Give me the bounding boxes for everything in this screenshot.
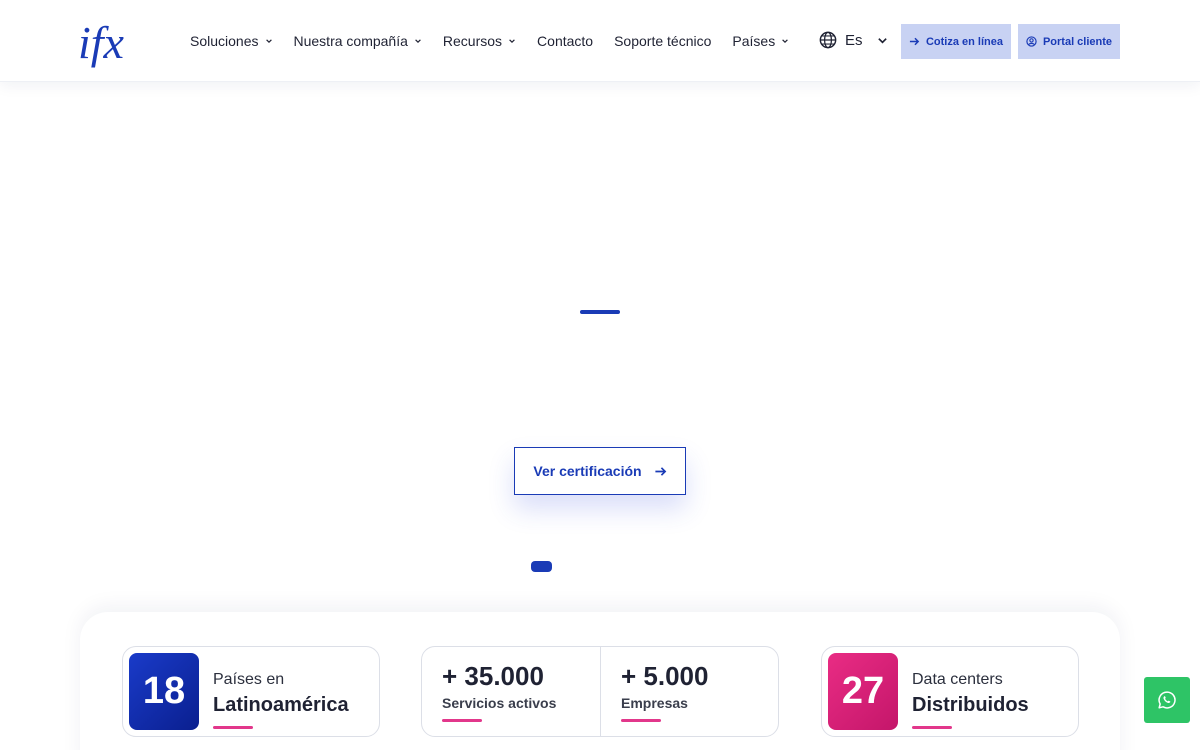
- hero-slide-indicator: [580, 310, 620, 314]
- stat-card-services-companies: + 35.000 Servicios activos + 5.000 Empre…: [421, 646, 779, 737]
- main-nav: Soluciones Nuestra compañía Recursos Con…: [190, 0, 810, 82]
- accent-underline: [442, 719, 482, 722]
- stat-card-countries: 18 Países en Latinoamérica: [122, 646, 380, 737]
- countries-number-badge: 18: [129, 653, 199, 730]
- chevron-down-icon: [509, 39, 515, 44]
- datacenters-label-top: Data centers: [912, 671, 1003, 688]
- nav-soluciones[interactable]: Soluciones: [190, 33, 273, 49]
- datacenters-number-badge: 27: [828, 653, 898, 730]
- nav-paises[interactable]: Países: [732, 33, 789, 49]
- ver-certificacion-button[interactable]: Ver certificación: [514, 447, 686, 495]
- stat-card-datacenters: 27 Data centers Distribuidos: [821, 646, 1079, 737]
- accent-underline: [213, 726, 253, 729]
- chevron-down-icon: [782, 39, 789, 44]
- user-circle-icon: [1026, 36, 1037, 47]
- chevron-down-icon: [415, 39, 421, 44]
- language-selector[interactable]: Es: [819, 31, 888, 49]
- ifx-logo[interactable]: ifx: [78, 14, 144, 72]
- nav-recursos[interactable]: Recursos: [443, 33, 516, 49]
- chevron-down-icon: [877, 37, 887, 44]
- companies-number: + 5.000: [621, 661, 709, 691]
- nav-soporte-tecnico[interactable]: Soporte técnico: [614, 33, 711, 49]
- services-label: Servicios activos: [442, 695, 557, 711]
- portal-cliente-button[interactable]: Portal cliente: [1018, 24, 1120, 59]
- datacenters-label-bottom: Distribuidos: [912, 694, 1029, 716]
- carousel-dot-active[interactable]: [531, 561, 552, 572]
- nav-contacto[interactable]: Contacto: [537, 33, 593, 49]
- svg-text:ifx: ifx: [78, 17, 125, 68]
- whatsapp-icon: [1158, 691, 1176, 709]
- countries-label-top: Países en: [213, 671, 285, 688]
- nav-nuestra-compania[interactable]: Nuestra compañía: [294, 33, 422, 49]
- site-header: ifx Soluciones Nuestra compañía Recursos…: [0, 0, 1200, 82]
- whatsapp-button[interactable]: [1144, 677, 1190, 723]
- accent-underline: [621, 719, 661, 722]
- services-number: + 35.000: [442, 661, 544, 691]
- stat-companies: + 5.000 Empresas: [601, 647, 780, 736]
- stat-services: + 35.000 Servicios activos: [422, 647, 601, 736]
- arrow-right-icon: [654, 466, 666, 476]
- companies-label: Empresas: [621, 695, 688, 711]
- accent-underline: [912, 726, 952, 729]
- arrow-right-icon: [909, 37, 920, 46]
- countries-label-bottom: Latinoamérica: [213, 694, 349, 716]
- language-label: Es: [845, 31, 863, 49]
- cotiza-en-linea-button[interactable]: Cotiza en línea: [901, 24, 1011, 59]
- globe-icon: [819, 31, 837, 49]
- chevron-down-icon: [265, 39, 272, 44]
